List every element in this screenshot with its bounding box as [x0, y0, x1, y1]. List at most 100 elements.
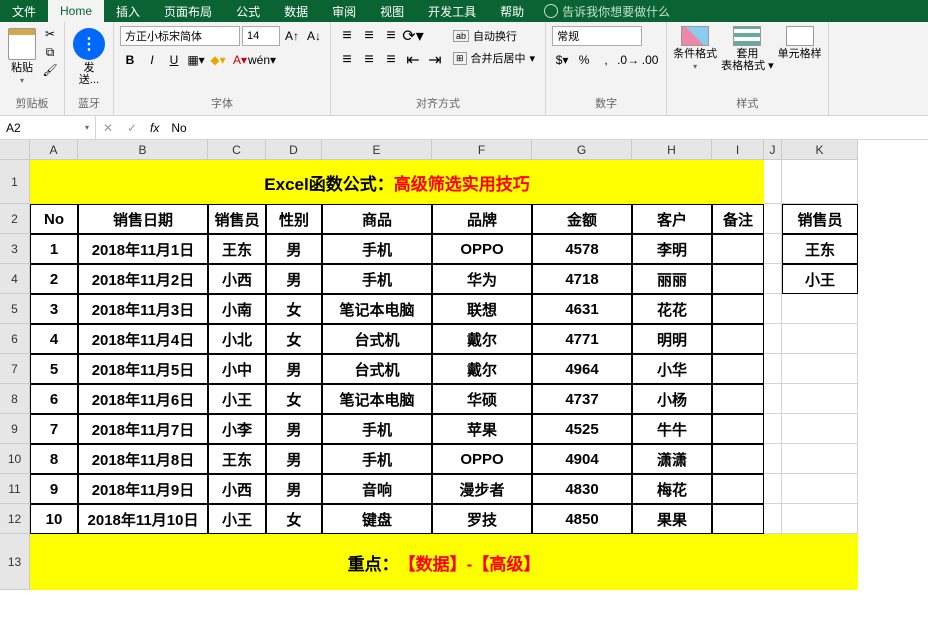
side-header[interactable]: 销售员 [782, 204, 858, 234]
table-cell[interactable]: 华为 [432, 264, 532, 294]
align-middle-button[interactable]: ≡ [359, 26, 379, 46]
table-cell[interactable]: 手机 [322, 414, 432, 444]
table-cell[interactable]: 4578 [532, 234, 632, 264]
header-no[interactable]: No [30, 204, 78, 234]
table-cell[interactable]: OPPO [432, 444, 532, 474]
header-sales[interactable]: 销售员 [208, 204, 266, 234]
table-cell[interactable]: 台式机 [322, 324, 432, 354]
indent-increase-button[interactable]: ⇥ [425, 50, 445, 70]
table-cell[interactable]: 漫步者 [432, 474, 532, 504]
format-table-button[interactable]: 套用 表格格式 ▾ [721, 26, 774, 72]
table-cell[interactable] [712, 294, 764, 324]
align-top-button[interactable]: ≡ [337, 26, 357, 46]
table-cell[interactable]: 小李 [208, 414, 266, 444]
row-header-2[interactable]: 2 [0, 204, 30, 234]
cell[interactable] [764, 384, 782, 414]
table-cell[interactable]: 小王 [208, 504, 266, 534]
table-cell[interactable]: 2 [30, 264, 78, 294]
table-cell[interactable]: 男 [266, 414, 322, 444]
table-cell[interactable]: 2018年11月10日 [78, 504, 208, 534]
row-header-7[interactable]: 7 [0, 354, 30, 384]
tell-me[interactable]: 告诉我你想要做什么 [544, 0, 670, 22]
table-cell[interactable]: 4525 [532, 414, 632, 444]
table-cell[interactable]: 小北 [208, 324, 266, 354]
cell[interactable] [782, 294, 858, 324]
tab-layout[interactable]: 页面布局 [152, 0, 224, 22]
table-cell[interactable]: 2018年11月3日 [78, 294, 208, 324]
table-cell[interactable]: 6 [30, 384, 78, 414]
row-header-6[interactable]: 6 [0, 324, 30, 354]
col-header-K[interactable]: K [782, 140, 858, 160]
table-cell[interactable]: 男 [266, 354, 322, 384]
table-cell[interactable]: 2018年11月8日 [78, 444, 208, 474]
table-cell[interactable]: 手机 [322, 264, 432, 294]
wrap-text-button[interactable]: ab自动换行 [449, 26, 539, 46]
table-cell[interactable]: 2018年11月5日 [78, 354, 208, 384]
table-cell[interactable]: 女 [266, 294, 322, 324]
row-header-3[interactable]: 3 [0, 234, 30, 264]
table-cell[interactable]: 女 [266, 504, 322, 534]
col-header-E[interactable]: E [322, 140, 432, 160]
cell[interactable] [764, 324, 782, 354]
tab-view[interactable]: 视图 [368, 0, 416, 22]
table-cell[interactable]: 花花 [632, 294, 712, 324]
copy-button[interactable]: ⧉ [42, 44, 58, 60]
tab-help[interactable]: 帮助 [488, 0, 536, 22]
align-left-button[interactable]: ≡ [337, 50, 357, 70]
table-cell[interactable]: 2018年11月4日 [78, 324, 208, 354]
border-button[interactable]: ▦▾ [186, 50, 206, 70]
table-cell[interactable]: 男 [266, 444, 322, 474]
table-cell[interactable]: 8 [30, 444, 78, 474]
table-cell[interactable] [712, 324, 764, 354]
cell[interactable] [782, 324, 858, 354]
table-cell[interactable]: 潇潇 [632, 444, 712, 474]
conditional-format-button[interactable]: 条件格式▾ [673, 26, 717, 73]
table-cell[interactable]: 7 [30, 414, 78, 444]
table-cell[interactable]: 戴尔 [432, 324, 532, 354]
cancel-button[interactable]: ✕ [96, 121, 120, 135]
table-cell[interactable]: 明明 [632, 324, 712, 354]
col-header-C[interactable]: C [208, 140, 266, 160]
table-cell[interactable]: 2018年11月2日 [78, 264, 208, 294]
col-header-F[interactable]: F [432, 140, 532, 160]
cell[interactable] [782, 354, 858, 384]
row-header-5[interactable]: 5 [0, 294, 30, 324]
table-cell[interactable]: 4631 [532, 294, 632, 324]
table-cell[interactable]: 5 [30, 354, 78, 384]
cell[interactable] [764, 354, 782, 384]
table-cell[interactable]: 键盘 [322, 504, 432, 534]
table-cell[interactable]: 小西 [208, 474, 266, 504]
table-cell[interactable]: 3 [30, 294, 78, 324]
table-cell[interactable]: 小西 [208, 264, 266, 294]
merge-center-button[interactable]: ⊞合并后居中 ▾ [449, 48, 539, 68]
table-cell[interactable]: 女 [266, 324, 322, 354]
header-product[interactable]: 商品 [322, 204, 432, 234]
orientation-button[interactable]: ⟳▾ [403, 26, 423, 46]
cell[interactable] [782, 504, 858, 534]
align-bottom-button[interactable]: ≡ [381, 26, 401, 46]
indent-decrease-button[interactable]: ⇤ [403, 50, 423, 70]
table-cell[interactable]: 4 [30, 324, 78, 354]
table-cell[interactable]: 4850 [532, 504, 632, 534]
header-date[interactable]: 销售日期 [78, 204, 208, 234]
table-cell[interactable]: 李明 [632, 234, 712, 264]
cell[interactable]: 小王 [782, 264, 858, 294]
cell[interactable] [764, 160, 782, 204]
table-cell[interactable]: 梅花 [632, 474, 712, 504]
table-cell[interactable]: 笔记本电脑 [322, 294, 432, 324]
tab-home[interactable]: Home [48, 0, 104, 22]
fx-icon[interactable]: fx [144, 121, 165, 135]
table-cell[interactable]: 1 [30, 234, 78, 264]
table-cell[interactable]: 4830 [532, 474, 632, 504]
row-header-9[interactable]: 9 [0, 414, 30, 444]
table-cell[interactable]: 王东 [208, 234, 266, 264]
tab-review[interactable]: 审阅 [320, 0, 368, 22]
cut-button[interactable]: ✂ [42, 26, 58, 42]
table-cell[interactable]: 男 [266, 474, 322, 504]
cell[interactable] [764, 264, 782, 294]
table-cell[interactable]: OPPO [432, 234, 532, 264]
grid[interactable]: Excel函数公式：高级筛选实用技巧 No 销售日期 销售员 性别 商品 品牌 … [30, 160, 858, 590]
table-cell[interactable]: 小王 [208, 384, 266, 414]
table-cell[interactable]: 男 [266, 264, 322, 294]
table-cell[interactable]: 牛牛 [632, 414, 712, 444]
